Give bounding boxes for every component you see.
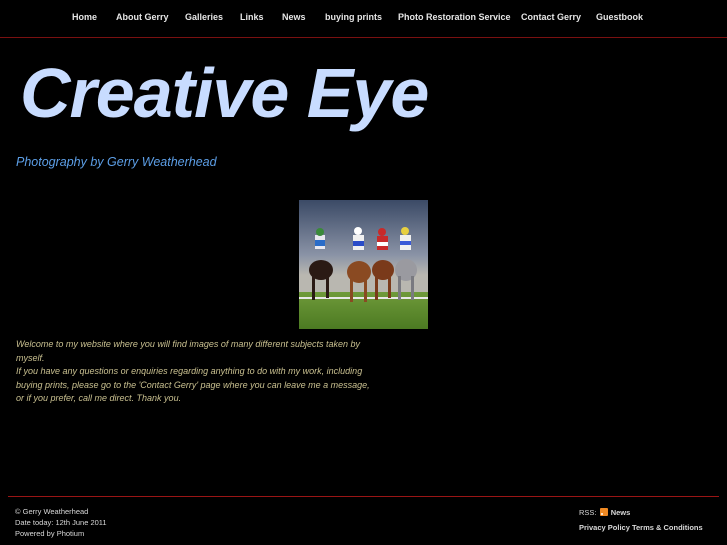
nav-galleries[interactable]: Galleries — [185, 12, 223, 22]
nav-photo-restoration[interactable]: Photo Restoration Service — [398, 12, 511, 22]
rss-news-link[interactable]: News — [611, 508, 631, 517]
privacy-policy-link[interactable]: Privacy Policy — [579, 523, 630, 532]
site-title: Creative Eye — [20, 54, 429, 132]
site-tagline: Photography by Gerry Weatherhead — [16, 155, 217, 169]
copyright: © Gerry Weatherhead — [15, 507, 89, 516]
rss-label: RSS: — [579, 508, 597, 517]
welcome-text: Welcome to my website where you will fin… — [16, 338, 371, 406]
footer-divider — [8, 496, 719, 497]
nav-about-gerry[interactable]: About Gerry — [116, 12, 169, 22]
nav-guestbook[interactable]: Guestbook — [596, 12, 643, 22]
nav-contact-gerry[interactable]: Contact Gerry — [521, 12, 581, 22]
nav-buying-prints[interactable]: buying prints — [325, 12, 382, 22]
welcome-paragraph-2: If you have any questions or enquiries r… — [16, 366, 370, 403]
date-today: Date today: 12th June 2011 — [15, 518, 107, 527]
top-navigation: Home About Gerry Galleries Links News bu… — [0, 0, 727, 38]
terms-link[interactable]: Terms & Conditions — [632, 523, 703, 532]
nav-home[interactable]: Home — [72, 12, 97, 22]
welcome-paragraph-1: Welcome to my website where you will fin… — [16, 339, 360, 363]
powered-by: Powered by Photium — [15, 529, 85, 538]
nav-links[interactable]: Links — [240, 12, 264, 22]
nav-news[interactable]: News — [282, 12, 306, 22]
footer-left: © Gerry Weatherhead Date today: 12th Jun… — [15, 506, 107, 539]
horse-racing-photo — [299, 200, 428, 329]
footer-right: RSS: News Privacy Policy Terms & Conditi… — [579, 505, 703, 535]
rss-icon[interactable] — [599, 508, 608, 516]
